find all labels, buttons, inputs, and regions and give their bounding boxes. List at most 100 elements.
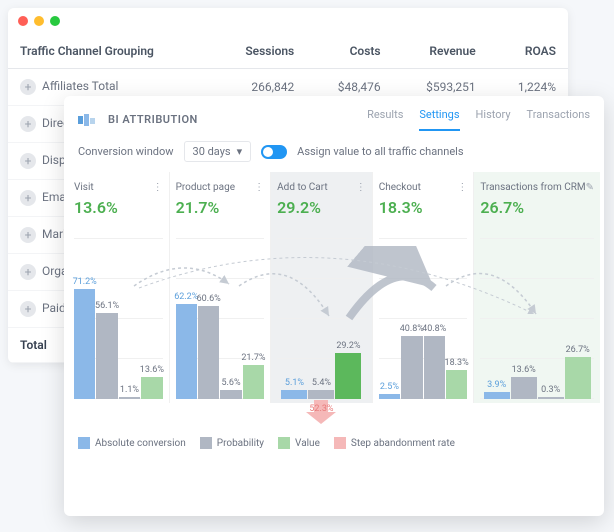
bar-label: 60.6% — [197, 294, 221, 304]
bar-label: 2.5% — [380, 382, 399, 392]
chevron-down-icon: ▾ — [237, 145, 243, 158]
bar-gray: 13.6% — [511, 377, 537, 399]
step-title: Visit — [74, 182, 153, 193]
abandonment-arrow: 52.3% — [306, 400, 336, 427]
legend-item: Absolute conversion — [78, 437, 186, 449]
legend-swatch — [278, 437, 290, 449]
tab-history[interactable]: History — [476, 108, 511, 131]
bar-label: 13.6% — [512, 365, 536, 375]
bar-gray: 5.4% — [308, 390, 334, 399]
conversion-window-value: 30 days — [193, 145, 231, 158]
bar-gray: 40.8% — [424, 336, 445, 399]
funnel-step: Visit⋮13.6%71.2%56.1%1.1%13.6% — [68, 172, 170, 403]
tab-results[interactable]: Results — [367, 108, 403, 131]
table-header: ROAS — [488, 34, 568, 69]
legend-item: Probability — [200, 437, 264, 449]
expand-icon[interactable]: + — [20, 190, 36, 206]
panel-tabs: Results Settings History Transactions — [367, 108, 590, 131]
legend-swatch — [78, 437, 90, 449]
step-percent: 18.3% — [379, 198, 468, 217]
expand-icon[interactable]: + — [20, 227, 36, 243]
bar-blue: 3.9% — [484, 392, 510, 399]
legend-label: Step abandonment rate — [351, 438, 455, 449]
bar-gray: 60.6% — [198, 306, 219, 399]
step-title: Add to Cart — [277, 182, 356, 193]
step-title: Product page — [176, 182, 255, 193]
bar-label: 18.3% — [445, 358, 469, 368]
assign-value-label: Assign value to all traffic channels — [297, 145, 463, 158]
bi-attribution-logo: BI ATTRIBUTION — [78, 113, 198, 127]
bar-green: 18.3% — [446, 370, 467, 399]
expand-icon[interactable]: + — [20, 301, 36, 317]
step-title: Transactions from CRM — [480, 182, 585, 193]
legend-label: Value — [295, 438, 320, 449]
expand-icon[interactable]: + — [20, 116, 36, 132]
legend-item: Step abandonment rate — [334, 437, 455, 449]
bar-label: 5.4% — [312, 378, 331, 388]
table-header: Traffic Channel Grouping — [8, 34, 212, 69]
step-percent: 26.7% — [480, 198, 594, 217]
bar-label: 5.6% — [222, 378, 241, 388]
assign-value-toggle[interactable] — [261, 145, 287, 159]
bar-blue: 62.2% — [176, 304, 197, 399]
close-icon[interactable] — [18, 16, 28, 26]
bar-blue: 2.5% — [379, 394, 400, 399]
funnel-chart: Visit⋮13.6%71.2%56.1%1.1%13.6%Product pa… — [64, 172, 604, 403]
expand-icon[interactable]: + — [20, 153, 36, 169]
funnel-step: Checkout⋮18.3%2.5%40.8%40.8%18.3% — [373, 172, 475, 403]
window-controls — [8, 8, 568, 34]
legend-label: Probability — [217, 438, 264, 449]
expand-icon[interactable]: + — [20, 79, 36, 95]
bar-gray: 1.1% — [119, 397, 140, 399]
conversion-window-select[interactable]: 30 days ▾ — [184, 141, 252, 162]
panel-title: BI ATTRIBUTION — [108, 113, 198, 126]
bar-gray: 56.1% — [96, 313, 117, 399]
more-icon[interactable]: ⋮ — [254, 182, 264, 193]
table-header: Revenue — [393, 34, 488, 69]
legend-label: Absolute conversion — [95, 438, 186, 449]
step-title: Checkout — [379, 182, 458, 193]
bar-gray: 5.6% — [220, 390, 241, 399]
table-header: Costs — [306, 34, 392, 69]
bar-green: 13.6% — [141, 377, 162, 399]
bar-gray: 40.8% — [401, 336, 422, 399]
legend-swatch — [334, 437, 346, 449]
more-icon[interactable]: ⋮ — [457, 182, 467, 193]
legend-item: Value — [278, 437, 320, 449]
tab-transactions[interactable]: Transactions — [527, 108, 590, 131]
bar-label: 62.2% — [174, 292, 198, 302]
step-percent: 13.6% — [74, 198, 163, 217]
bar-label: 21.7% — [241, 353, 265, 363]
funnel-step: Product page⋮21.7%62.2%60.6%5.6%21.7% — [170, 172, 272, 403]
more-icon[interactable]: ⋮ — [356, 182, 366, 193]
bar-label: 40.8% — [400, 324, 424, 334]
bar-label: 71.2% — [73, 277, 97, 287]
bar-label: 5.1% — [285, 378, 304, 388]
bar-blue: 5.1% — [281, 390, 307, 399]
step-percent: 29.2% — [277, 198, 366, 217]
tab-settings[interactable]: Settings — [419, 108, 459, 131]
legend-swatch — [200, 437, 212, 449]
bar-label: 3.9% — [487, 380, 506, 390]
bar-label: 26.7% — [566, 345, 590, 355]
step-percent: 21.7% — [176, 198, 265, 217]
bar-label: 56.1% — [95, 301, 119, 311]
pencil-icon[interactable]: ✎ — [586, 182, 594, 193]
bar-label: 29.2% — [336, 341, 360, 351]
bar-label: 1.1% — [120, 385, 139, 395]
bar-gray: 0.3% — [538, 397, 564, 399]
panel-toolbar: Conversion window 30 days ▾ Assign value… — [64, 131, 604, 172]
bar-darkgreen: 29.2% — [335, 353, 361, 399]
expand-icon[interactable]: + — [20, 264, 36, 280]
funnel-step: Transactions from CRM✎26.7%3.9%13.6%0.3%… — [474, 172, 600, 403]
bar-blue: 71.2% — [74, 289, 95, 399]
bar-label: 40.8% — [422, 324, 446, 334]
bar-green: 21.7% — [243, 365, 264, 399]
table-header: Sessions — [212, 34, 306, 69]
maximize-icon[interactable] — [50, 16, 60, 26]
conversion-window-label: Conversion window — [78, 145, 174, 158]
funnel-step: Add to Cart⋮29.2%5.1%5.4%29.2%52.3% — [271, 172, 373, 403]
more-icon[interactable]: ⋮ — [153, 182, 163, 193]
minimize-icon[interactable] — [34, 16, 44, 26]
bar-label: 13.6% — [140, 365, 164, 375]
